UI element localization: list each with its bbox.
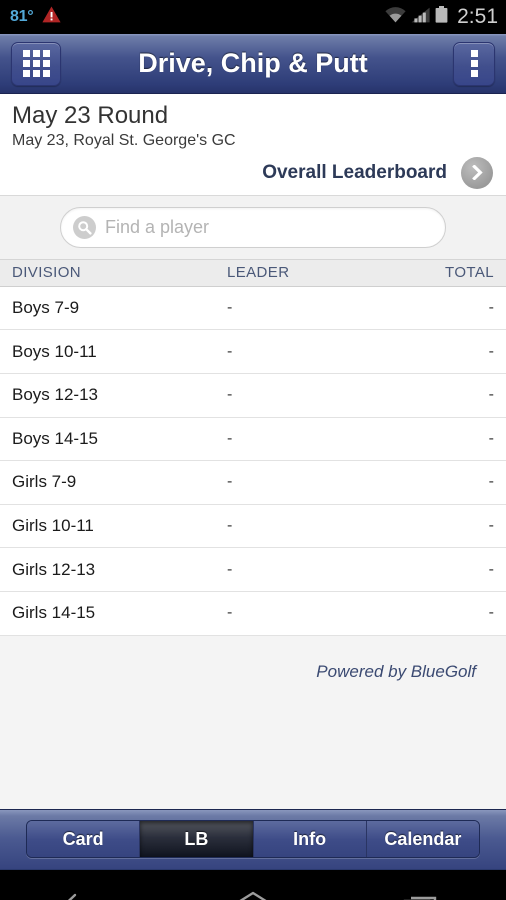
- tab-card[interactable]: Card: [27, 821, 141, 858]
- cell-division: Boys 12-13: [12, 385, 98, 405]
- cell-total: -: [488, 386, 494, 404]
- grid-apps-icon: [22, 50, 50, 77]
- cell-leader: -: [227, 342, 233, 360]
- cell-total: -: [488, 299, 494, 317]
- cell-division: Girls 14-15: [12, 603, 96, 623]
- overflow-menu-icon: [470, 50, 478, 77]
- table-row[interactable]: Boys 7-9 - -: [0, 286, 506, 331]
- wifi-icon: [385, 6, 406, 28]
- column-header-leader: LEADER: [227, 264, 290, 282]
- cell-division: Boys 7-9: [12, 298, 80, 318]
- leaderboard-table-header: DIVISION LEADER TOTAL: [0, 259, 506, 287]
- nav-back-button[interactable]: [39, 876, 129, 900]
- app-screen: 81° 2:51 Drive, Chip & Putt May 23 Round…: [0, 0, 506, 900]
- table-row[interactable]: Boys 12-13 - -: [0, 373, 506, 418]
- cell-leader: -: [227, 299, 233, 317]
- chevron-right-icon: [471, 165, 483, 181]
- nav-home-button[interactable]: [208, 876, 298, 900]
- tab-segmented-control: Card LB Info Calendar: [26, 820, 480, 859]
- cell-total: -: [488, 560, 494, 578]
- round-info-section: May 23 Round May 23, Royal St. George's …: [0, 94, 506, 195]
- table-row[interactable]: Girls 10-11 - -: [0, 504, 506, 549]
- cell-division: Girls 12-13: [12, 559, 96, 579]
- apps-grid-button[interactable]: [11, 41, 61, 86]
- warning-triangle-icon: [42, 6, 61, 28]
- cell-leader: -: [227, 517, 233, 535]
- tab-lb[interactable]: LB: [140, 821, 254, 858]
- round-subtitle: May 23, Royal St. George's GC: [12, 131, 236, 149]
- column-header-division: DIVISION: [12, 264, 82, 282]
- cell-division: Girls 10-11: [12, 516, 94, 536]
- overall-leaderboard-next-button[interactable]: [461, 156, 493, 189]
- tab-info[interactable]: Info: [253, 821, 367, 858]
- recent-apps-icon: [403, 896, 436, 900]
- temperature-indicator: 81°: [10, 8, 34, 25]
- search-box[interactable]: [60, 206, 446, 248]
- nav-recents-button[interactable]: [377, 876, 467, 900]
- overall-leaderboard-row[interactable]: Overall Leaderboard: [12, 156, 494, 189]
- cell-total: -: [488, 342, 494, 360]
- app-header-bar: Drive, Chip & Putt: [0, 34, 506, 94]
- app-title: Drive, Chip & Putt: [138, 48, 368, 78]
- back-arrow-icon: [68, 893, 77, 900]
- tab-calendar[interactable]: Calendar: [366, 821, 479, 858]
- cell-total: -: [488, 473, 494, 491]
- search-input[interactable]: [105, 216, 433, 238]
- cell-total: -: [488, 604, 494, 622]
- signal-bars-icon: [411, 7, 430, 28]
- table-row[interactable]: Girls 7-9 - -: [0, 461, 506, 505]
- round-title: May 23 Round: [12, 102, 169, 129]
- cell-division: Girls 7-9: [12, 472, 77, 492]
- home-icon: [239, 891, 267, 900]
- table-row[interactable]: Boys 14-15 - -: [0, 417, 506, 462]
- cell-leader: -: [227, 429, 233, 447]
- powered-by-label: Powered by BlueGolf: [316, 661, 476, 681]
- cell-division: Boys 10-11: [12, 341, 97, 361]
- leaderboard-table-body: Boys 7-9- - Boys 10-11- - Boys 12-13- - Boys 1…: [0, 286, 506, 636]
- search-icon: [73, 215, 96, 239]
- bottom-tab-bar: Card LB Info Calendar: [0, 808, 506, 869]
- status-clock: 2:51: [457, 5, 498, 28]
- status-bar: 81° 2:51: [0, 0, 506, 34]
- cell-leader: -: [227, 386, 233, 404]
- cell-total: -: [488, 429, 494, 447]
- table-row[interactable]: Girls 14-15 - -: [0, 591, 506, 636]
- table-footer-area: Powered by BlueGolf: [0, 635, 506, 809]
- cell-leader: -: [227, 604, 233, 622]
- column-header-total: TOTAL: [445, 264, 494, 282]
- cell-total: -: [488, 517, 494, 535]
- table-row[interactable]: Boys 10-11 - -: [0, 330, 506, 374]
- cell-leader: -: [227, 560, 233, 578]
- search-section: [0, 194, 506, 260]
- overall-leaderboard-label: Overall Leaderboard: [262, 161, 447, 183]
- status-icons-group: 2:51: [385, 5, 498, 29]
- table-row[interactable]: Girls 12-13 - -: [0, 548, 506, 592]
- overflow-menu-button[interactable]: [453, 41, 495, 86]
- cell-leader: -: [227, 473, 233, 491]
- android-nav-bar: [0, 868, 506, 900]
- cell-division: Boys 14-15: [12, 428, 98, 448]
- battery-icon: [435, 6, 448, 28]
